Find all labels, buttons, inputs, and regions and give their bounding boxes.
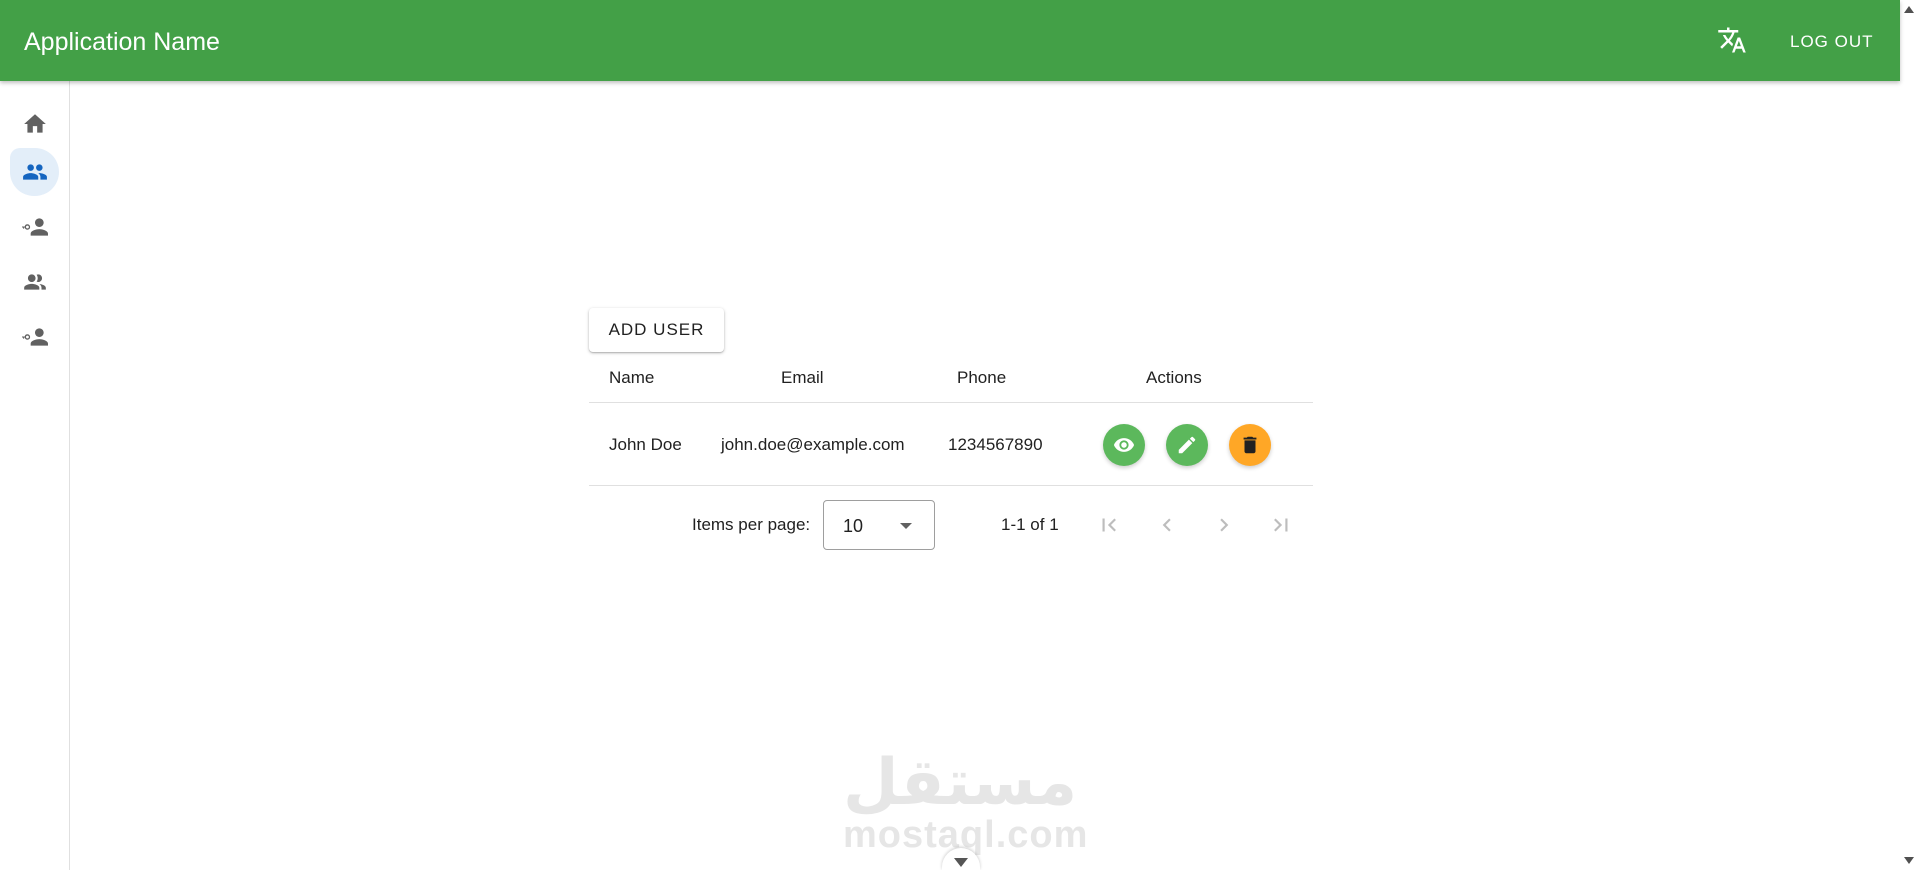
nav-item-user-roles[interactable] [10, 203, 59, 251]
column-header-phone[interactable]: Phone [957, 358, 1006, 398]
cell-phone: 1234567890 [948, 435, 1043, 454]
nav-item-home[interactable] [10, 100, 59, 148]
top-app-bar: Application Name LOG OUT [0, 0, 1900, 81]
first-page-icon [1102, 518, 1116, 532]
cell-email: john.doe@example.com [721, 435, 905, 454]
column-header-name[interactable]: Name [609, 358, 654, 398]
items-per-page-select[interactable]: 10 [823, 500, 935, 550]
users-table: Name Email Phone Actions John Doe john.d… [589, 358, 1313, 486]
side-nav [0, 81, 70, 870]
paginator: Items per page: 10 1-1 of 1 [589, 487, 1313, 561]
people-icon [22, 164, 47, 180]
cell-name: John Doe [609, 435, 682, 454]
view-user-button[interactable] [1103, 424, 1145, 466]
chevron-down-icon [954, 857, 968, 867]
nav-item-users[interactable] [10, 148, 59, 196]
chevron-right-icon [1220, 518, 1229, 532]
scroll-down-arrow[interactable] [1904, 857, 1914, 864]
page-range-label: 1-1 of 1 [1001, 515, 1059, 534]
dropdown-arrow-icon [900, 523, 912, 529]
next-page-button[interactable] [1202, 503, 1246, 547]
nav-item-permissions[interactable] [10, 313, 59, 361]
watermark-arabic-text: مستقل [843, 746, 1078, 820]
column-header-actions: Actions [1146, 368, 1202, 387]
user-key-icon [21, 328, 48, 346]
delete-user-button[interactable] [1229, 424, 1271, 466]
logout-button[interactable]: LOG OUT [1778, 22, 1886, 62]
user-key-icon [21, 218, 48, 236]
pencil-icon [1178, 436, 1196, 454]
eye-icon [1113, 438, 1135, 452]
app-title: Application Name [24, 28, 220, 56]
page-scrollbar[interactable] [1900, 0, 1917, 870]
add-user-button[interactable]: ADD USER [589, 308, 724, 352]
table-row: John Doe john.doe@example.com 1234567890 [589, 403, 1313, 486]
column-header-email[interactable]: Email [781, 358, 824, 398]
previous-page-button[interactable] [1145, 503, 1189, 547]
watermark-latin-text: mostaql.com [843, 814, 1089, 856]
first-page-button[interactable] [1087, 503, 1131, 547]
items-per-page-value: 10 [843, 516, 864, 536]
edit-user-button[interactable] [1166, 424, 1208, 466]
trash-icon [1243, 436, 1257, 454]
last-page-icon [1274, 518, 1288, 532]
watermark-logo: مستقل mostaql.com [843, 746, 1089, 856]
chevron-left-icon [1162, 518, 1171, 532]
table-header: Name Email Phone Actions [589, 358, 1313, 403]
group-icon [23, 274, 46, 290]
scroll-up-arrow[interactable] [1904, 6, 1914, 13]
nav-item-groups[interactable] [10, 258, 59, 306]
translate-icon [1718, 27, 1746, 53]
items-per-page-label: Items per page: [692, 515, 811, 534]
translate-button[interactable] [1714, 22, 1750, 58]
home-icon [23, 114, 46, 133]
last-page-button[interactable] [1259, 503, 1303, 547]
